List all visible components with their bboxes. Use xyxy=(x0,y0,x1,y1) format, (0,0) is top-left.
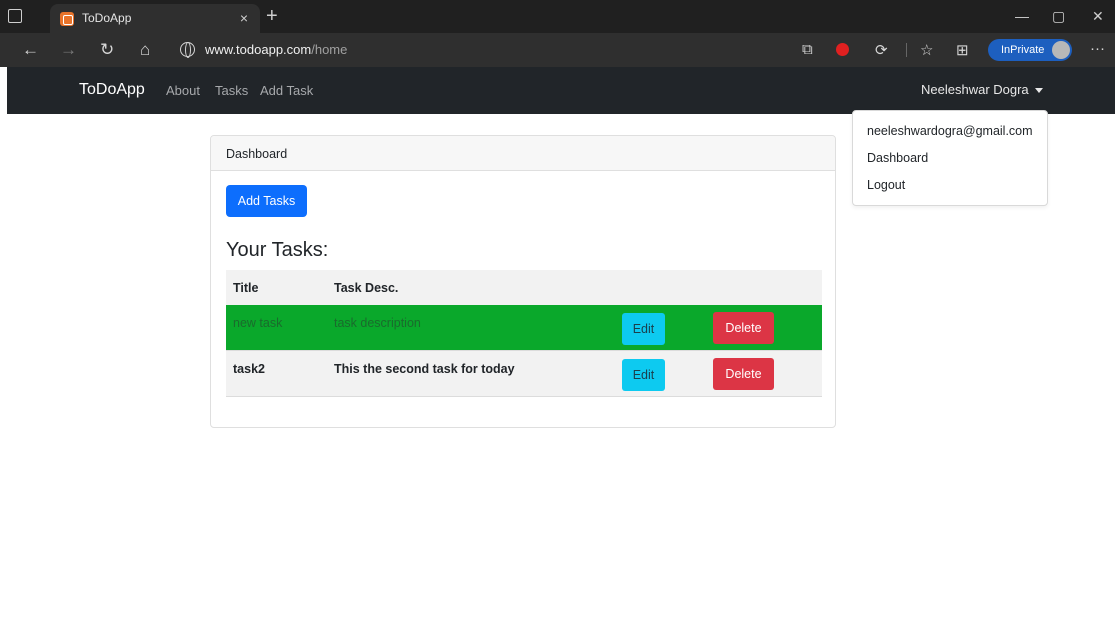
caret-down-icon xyxy=(1034,88,1043,94)
split-screen-icon[interactable]: ⧉ xyxy=(802,41,813,58)
browser-tab[interactable]: ToDoApp × xyxy=(50,4,260,33)
delete-button[interactable]: Delete xyxy=(713,358,774,390)
user-dropdown-menu: neeleshwardogra@gmail.com Dashboard Logo… xyxy=(852,110,1048,206)
forward-icon[interactable]: → xyxy=(60,40,77,60)
table-row: new task task description Edit Delete xyxy=(226,305,822,351)
more-options-icon[interactable]: ··· xyxy=(1090,40,1105,57)
collections-icon[interactable]: ⊞ xyxy=(956,41,969,59)
nav-link-add-task[interactable]: Add Task xyxy=(260,83,313,98)
user-dropdown-toggle[interactable]: Neeleshwar Dogra xyxy=(921,82,1043,97)
dashboard-card: Dashboard Add Tasks Your Tasks: Title Ta… xyxy=(210,135,836,428)
dropdown-dashboard[interactable]: Dashboard xyxy=(867,151,928,165)
close-tab-icon[interactable]: × xyxy=(240,10,248,26)
extensions-icon[interactable]: ⟳ xyxy=(875,41,888,59)
toolbar-divider xyxy=(906,43,907,57)
dropdown-logout[interactable]: Logout xyxy=(867,178,905,192)
app-navbar: ToDoApp About Tasks Add Task Neeleshwar … xyxy=(7,67,1115,114)
navbar-brand[interactable]: ToDoApp xyxy=(79,81,145,99)
tasks-table: Title Task Desc. new task task descripti… xyxy=(226,270,822,397)
browser-tab-strip: ToDoApp × + — ▢ ✕ xyxy=(0,0,1115,33)
tab-actions-icon[interactable] xyxy=(8,9,22,23)
maximize-icon[interactable]: ▢ xyxy=(1052,8,1065,25)
tab-title: ToDoApp xyxy=(82,11,132,25)
url-path: /home xyxy=(311,42,348,57)
column-header-desc: Task Desc. xyxy=(334,281,399,295)
edit-button[interactable]: Edit xyxy=(622,313,665,345)
new-tab-icon[interactable]: + xyxy=(266,4,278,28)
add-tasks-button[interactable]: Add Tasks xyxy=(226,185,307,217)
tasks-heading: Your Tasks: xyxy=(226,239,329,261)
nav-link-tasks[interactable]: Tasks xyxy=(215,83,248,98)
home-icon[interactable]: ⌂ xyxy=(140,40,150,60)
back-icon[interactable]: ← xyxy=(22,40,39,60)
browser-address-bar: ← → ↻ ⌂ www.todoapp.com/home ⧉ ⟳ ☆ ⊞ InP… xyxy=(0,33,1115,67)
extension-red-icon[interactable] xyxy=(836,43,849,56)
url-field[interactable]: www.todoapp.com/home xyxy=(205,42,347,57)
table-row: task2 This the second task for today Edi… xyxy=(226,351,822,397)
task-title: task2 xyxy=(233,362,265,376)
card-header: Dashboard xyxy=(211,136,835,171)
globe-icon xyxy=(180,42,195,58)
task-desc: task description xyxy=(334,316,421,330)
user-name: Neeleshwar Dogra xyxy=(921,82,1029,97)
delete-button[interactable]: Delete xyxy=(713,312,774,344)
minimize-icon[interactable]: — xyxy=(1015,8,1029,24)
profile-avatar-icon xyxy=(1052,41,1070,59)
task-title: new task xyxy=(233,316,283,330)
nav-link-about[interactable]: About xyxy=(166,83,200,98)
dropdown-email[interactable]: neeleshwardogra@gmail.com xyxy=(867,124,1033,138)
table-header: Title Task Desc. xyxy=(226,270,822,305)
edit-button[interactable]: Edit xyxy=(622,359,665,391)
refresh-icon[interactable]: ↻ xyxy=(100,40,114,60)
card-header-title: Dashboard xyxy=(226,147,288,161)
favorites-icon[interactable]: ☆ xyxy=(920,41,933,59)
app-favicon-icon xyxy=(60,12,74,26)
close-window-icon[interactable]: ✕ xyxy=(1092,8,1104,25)
task-desc: This the second task for today xyxy=(334,362,515,376)
inprivate-badge[interactable]: InPrivate xyxy=(988,39,1072,61)
url-domain: www.todoapp.com xyxy=(205,42,312,57)
column-header-title: Title xyxy=(233,281,259,295)
inprivate-label: InPrivate xyxy=(1001,44,1045,56)
